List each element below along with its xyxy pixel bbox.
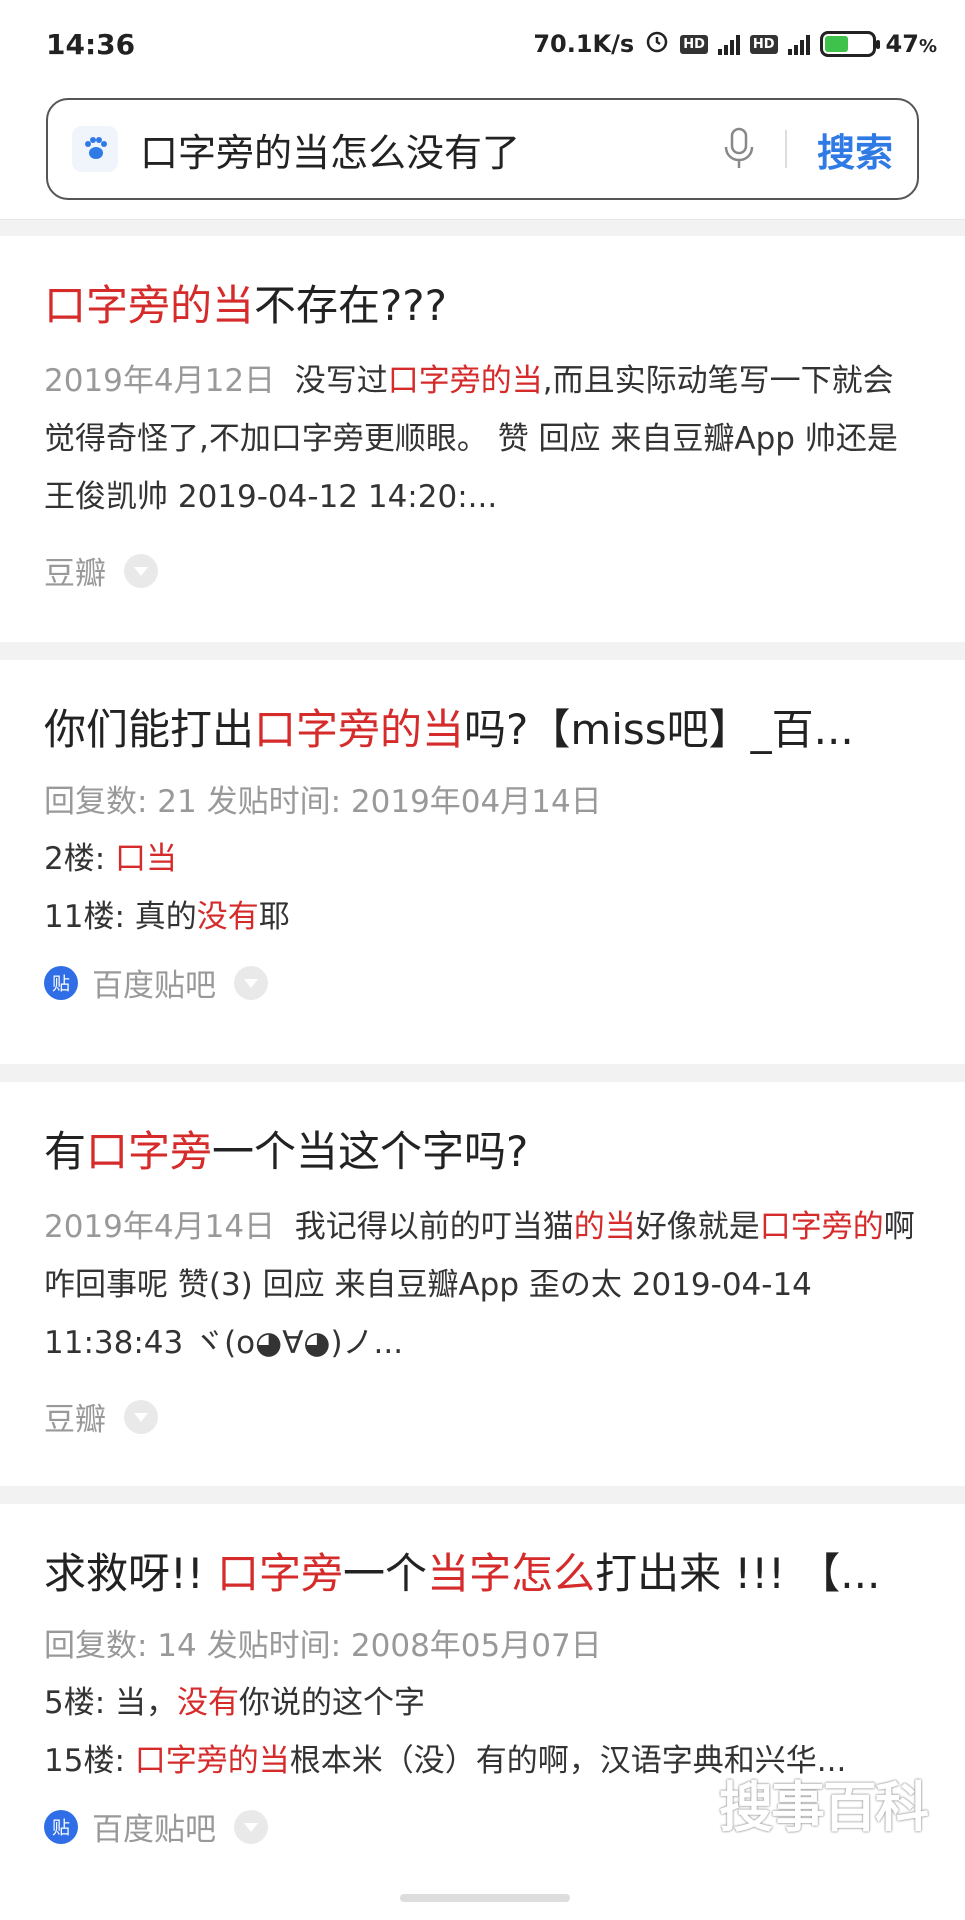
hd-badge-1: HD bbox=[680, 34, 708, 54]
chevron-down-icon[interactable] bbox=[124, 1399, 158, 1434]
result-title[interactable]: 有口字旁一个当这个字吗? bbox=[44, 1126, 921, 1178]
search-divider bbox=[784, 130, 787, 168]
search-button[interactable]: 搜索 bbox=[817, 122, 893, 177]
network-speed: 70.1K/s bbox=[533, 30, 635, 58]
status-icons: 70.1K/s HD HD 47% bbox=[533, 28, 937, 60]
result-card[interactable]: 有口字旁一个当这个字吗? 2019年4月14日 我记得以前的叮当猫的当好像就是口… bbox=[0, 1082, 965, 1486]
battery-icon bbox=[819, 31, 880, 57]
result-floor: 2楼: 口当 bbox=[44, 841, 178, 877]
tieba-logo-icon: 贴 bbox=[44, 1809, 78, 1844]
result-date: 2019年4月14日 bbox=[44, 1209, 276, 1245]
result-source: 贴 百度贴吧 bbox=[44, 960, 921, 1005]
result-meta: 回复数: 21 发贴时间: 2019年04月14日 bbox=[44, 784, 602, 820]
result-title[interactable]: 口字旁的当不存在??? bbox=[44, 280, 921, 332]
tieba-logo-icon: 贴 bbox=[44, 965, 78, 1000]
result-source: 豆瓣 bbox=[44, 1394, 921, 1439]
result-snippet: 2019年4月12日 没写过口字旁的当,而且实际动笔写一下就会觉得奇怪了,不加口… bbox=[44, 363, 898, 515]
battery-percent: 47% bbox=[885, 30, 937, 58]
chevron-down-icon[interactable] bbox=[234, 965, 268, 1000]
result-floor: 11楼: 真的没有耶 bbox=[44, 899, 290, 935]
status-time: 14:36 bbox=[46, 27, 136, 61]
hd-badge-2: HD bbox=[749, 34, 778, 54]
chevron-down-icon[interactable] bbox=[234, 1809, 268, 1844]
microphone-icon[interactable] bbox=[709, 119, 769, 179]
search-box[interactable]: 口字旁的当怎么没有了 搜索 bbox=[46, 98, 919, 200]
result-source: 豆瓣 bbox=[44, 548, 921, 593]
signal-icon-2 bbox=[787, 33, 810, 55]
status-bar: 14:36 70.1K/s HD HD 47% bbox=[0, 0, 965, 88]
signal-icon bbox=[717, 33, 740, 55]
result-card[interactable]: 口字旁的当不存在??? 2019年4月12日 没写过口字旁的当,而且实际动笔写一… bbox=[0, 236, 965, 642]
result-snippet: 2019年4月14日 我记得以前的叮当猫的当好像就是口字旁的啊 咋回事呢 赞(3… bbox=[44, 1209, 915, 1361]
result-title[interactable]: 你们能打出口字旁的当吗?【miss吧】_百... bbox=[44, 704, 921, 756]
result-card[interactable]: 你们能打出口字旁的当吗?【miss吧】_百... 回复数: 21 发贴时间: 2… bbox=[0, 660, 965, 1064]
search-input[interactable]: 口字旁的当怎么没有了 bbox=[118, 122, 709, 177]
result-floor: 5楼: 当，没有你说的这个字 bbox=[44, 1685, 426, 1721]
search-header: 口字旁的当怎么没有了 搜索 bbox=[0, 88, 965, 220]
result-title[interactable]: 求救呀!! 口字旁一个当字怎么打出来 !!! 【... bbox=[44, 1548, 921, 1600]
watermark: 搜事百科 bbox=[719, 1776, 929, 1839]
result-date: 2019年4月12日 bbox=[44, 363, 276, 399]
baidu-paw-icon bbox=[72, 126, 118, 172]
result-card[interactable]: 求救呀!! 口字旁一个当字怎么打出来 !!! 【... 回复数: 14 发贴时间… bbox=[0, 1504, 965, 1920]
alarm-icon bbox=[644, 28, 670, 60]
home-indicator[interactable] bbox=[400, 1894, 570, 1902]
result-meta: 回复数: 14 发贴时间: 2008年05月07日 bbox=[44, 1628, 602, 1664]
chevron-down-icon[interactable] bbox=[124, 553, 158, 588]
